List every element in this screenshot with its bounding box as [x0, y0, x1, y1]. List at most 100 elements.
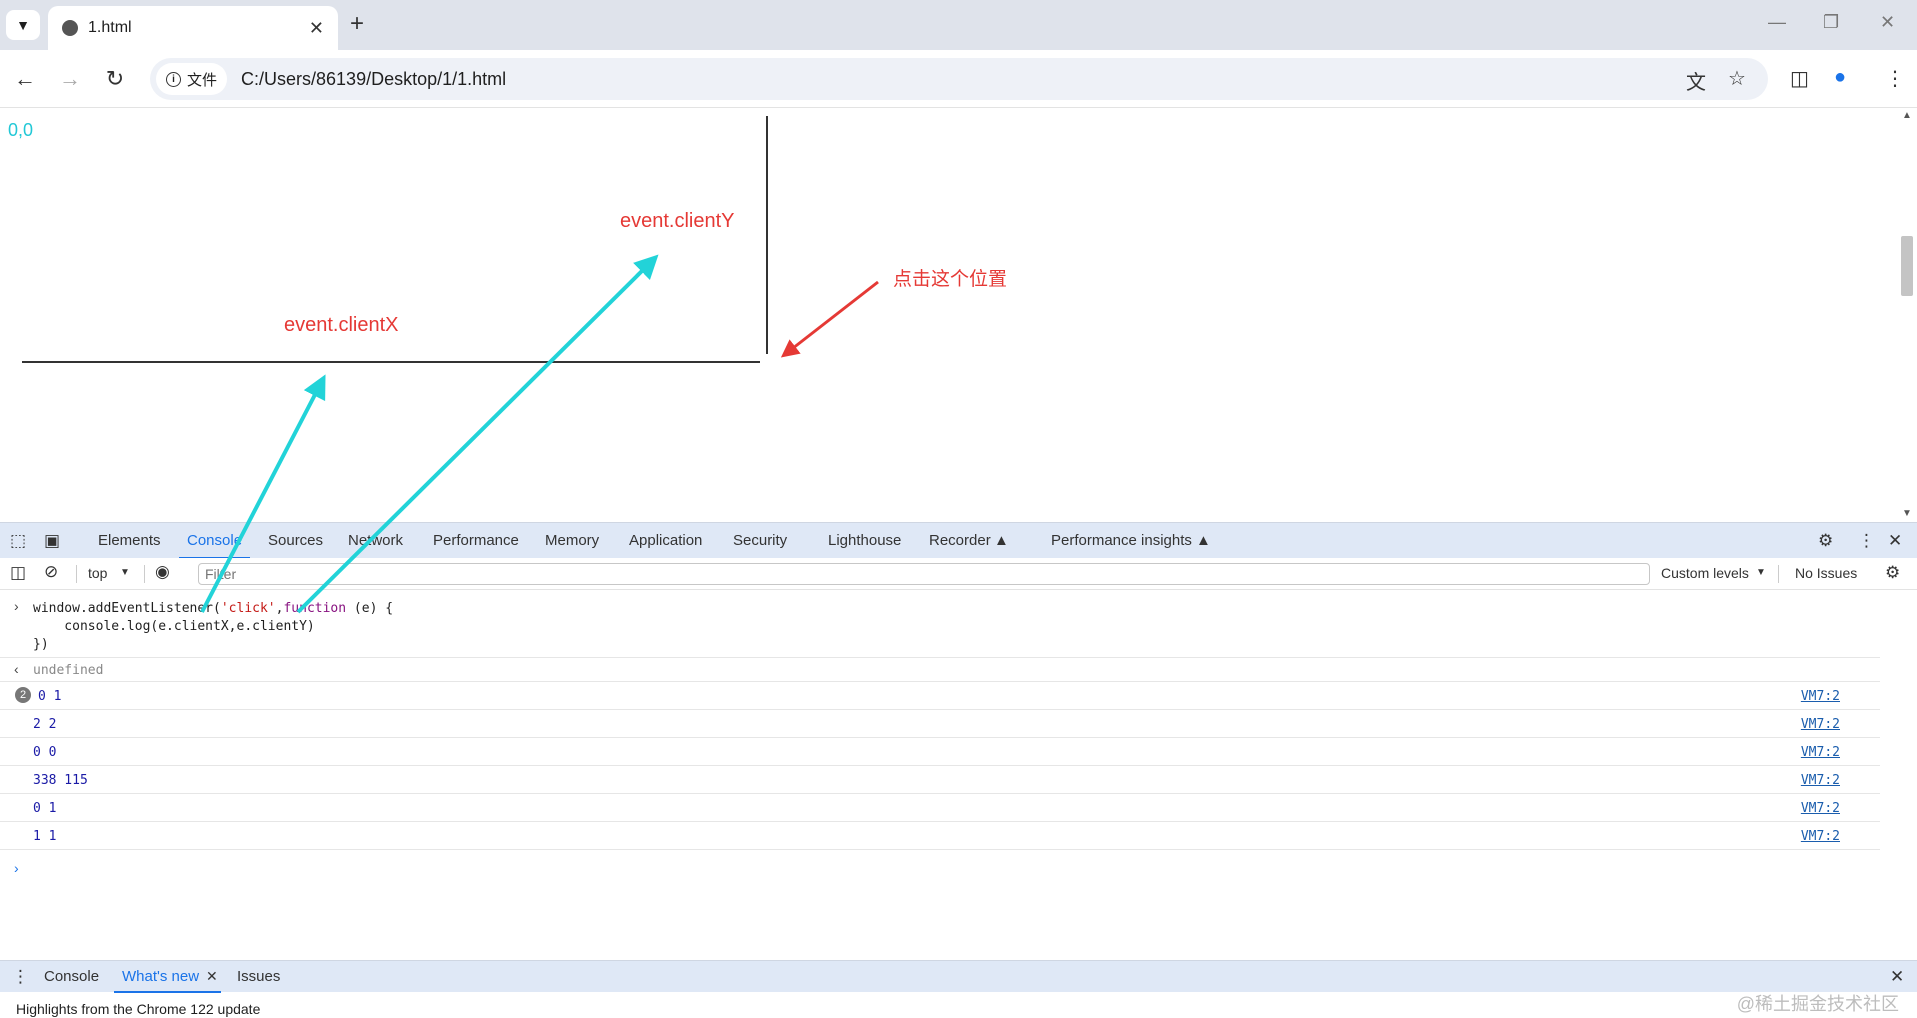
log-row: 338 115 VM7:2: [0, 766, 1880, 794]
side-panel-icon[interactable]: ◫: [1790, 66, 1809, 91]
context-select[interactable]: top: [88, 565, 107, 581]
whats-new-heading: Highlights from the Chrome 122 update: [16, 1001, 261, 1017]
tab-network[interactable]: Network: [348, 532, 403, 549]
log-row: 0 1 VM7:2: [0, 794, 1880, 822]
watermark: @稀土掘金技术社区: [1736, 994, 1899, 1014]
eye-icon[interactable]: ◉: [155, 562, 170, 582]
log-text: 2 2: [33, 717, 57, 732]
tab-security[interactable]: Security: [733, 532, 787, 549]
restore-icon[interactable]: ❐: [1823, 12, 1839, 33]
device-toolbar-icon[interactable]: ▣: [44, 531, 60, 551]
sidebar-toggle-icon[interactable]: ◫: [10, 563, 26, 583]
label-client-y: event.clientY: [620, 210, 735, 232]
menu-kebab-icon[interactable]: ⋮: [1885, 66, 1905, 91]
log-source-link[interactable]: VM7:2: [1801, 801, 1840, 816]
minimize-icon[interactable]: —: [1768, 12, 1786, 33]
translate-icon[interactable]: 文: [1686, 66, 1706, 95]
scroll-down-icon[interactable]: ▼: [1902, 508, 1912, 519]
chevron-right-icon: ›: [14, 598, 19, 614]
page-viewport[interactable]: 0,0 event.clientY event.clientX 点击这个位置: [0, 108, 1897, 522]
site-info-chip[interactable]: i 文件: [156, 63, 228, 95]
close-icon[interactable]: ✕: [309, 18, 324, 39]
tab-elements[interactable]: Elements: [98, 532, 161, 549]
log-text: 338 115: [33, 773, 88, 788]
click-note: 点击这个位置: [893, 269, 1008, 290]
globe-icon: [62, 20, 78, 36]
reload-button[interactable]: ↻: [100, 64, 130, 94]
context-dropdown-icon[interactable]: ▼: [120, 567, 130, 578]
scroll-thumb[interactable]: [1901, 236, 1913, 296]
code-keyword: function: [283, 601, 347, 616]
log-source-link[interactable]: VM7:2: [1801, 773, 1840, 788]
back-button[interactable]: ←: [10, 64, 40, 94]
page-scrollbar[interactable]: ▲ ▼: [1897, 108, 1917, 522]
devtools-tabbar: ⬚ ▣ Elements Console Sources Network Per…: [0, 522, 1917, 559]
site-chip-label: 文件: [187, 71, 218, 89]
issues-count[interactable]: No Issues: [1795, 565, 1857, 581]
repeat-count-badge: 2: [15, 687, 31, 703]
drawer-tab-console[interactable]: Console: [44, 968, 99, 985]
arrow-right-icon: →: [59, 66, 81, 91]
filter-input[interactable]: [198, 563, 1650, 585]
scroll-up-icon[interactable]: ▲: [1902, 110, 1912, 121]
log-source-link[interactable]: VM7:2: [1801, 745, 1840, 760]
drawer-tab-issues[interactable]: Issues: [237, 968, 280, 985]
tab-memory[interactable]: Memory: [545, 532, 599, 549]
tab-search-button[interactable]: ▼: [6, 10, 40, 40]
tab-console[interactable]: Console: [178, 532, 251, 559]
levels-dropdown-icon[interactable]: ▼: [1756, 567, 1766, 578]
code-string: 'click': [220, 601, 276, 616]
horizontal-line: [22, 361, 760, 363]
drawer-menu-icon[interactable]: ⋮: [12, 967, 29, 987]
code-text: (e) {: [346, 601, 394, 616]
flask-icon: ▲: [1196, 532, 1211, 549]
flask-icon: ▲: [994, 532, 1009, 549]
log-row: 2 0 1 VM7:2: [0, 682, 1880, 710]
tab-performance-insights[interactable]: Performance insights: [1051, 532, 1192, 549]
url-text[interactable]: C:/Users/86139/Desktop/1/1.html: [241, 69, 506, 90]
address-bar[interactable]: i 文件 C:/Users/86139/Desktop/1/1.html: [150, 58, 1768, 100]
inspect-element-icon[interactable]: ⬚: [10, 531, 26, 551]
custom-levels-dropdown[interactable]: Custom levels: [1661, 565, 1749, 581]
log-source-link[interactable]: VM7:2: [1801, 717, 1840, 732]
tab-performance[interactable]: Performance: [433, 532, 519, 549]
bookmark-star-icon[interactable]: ☆: [1728, 66, 1746, 91]
chevron-down-icon: ▼: [16, 17, 30, 33]
console-output[interactable]: › window.addEventListener('click',functi…: [0, 590, 1917, 960]
window-close-icon[interactable]: ✕: [1880, 12, 1895, 33]
console-toolbar: ◫ ⊘ top ▼ ◉ Custom levels ▼ No Issues ⚙: [0, 558, 1917, 590]
console-result-entry: ‹ undefined: [0, 658, 1880, 682]
vertical-line: [766, 116, 768, 354]
log-text: 1 1: [33, 829, 57, 844]
new-tab-button[interactable]: +: [350, 12, 364, 36]
log-row: 2 2 VM7:2: [0, 710, 1880, 738]
clear-console-icon[interactable]: ⊘: [44, 562, 58, 582]
log-row: 0 0 VM7:2: [0, 738, 1880, 766]
console-settings-gear-icon[interactable]: ⚙: [1885, 563, 1900, 583]
drawer-tab-whats-new[interactable]: What's new: [113, 968, 222, 993]
tab-recorder[interactable]: Recorder: [929, 532, 991, 549]
log-text: 0 1: [33, 801, 57, 816]
result-value: undefined: [33, 663, 104, 678]
profile-avatar-icon[interactable]: ●: [1834, 66, 1846, 89]
tab-sources[interactable]: Sources: [268, 532, 323, 549]
info-icon: i: [166, 71, 181, 87]
gear-icon[interactable]: ⚙: [1818, 531, 1833, 551]
close-tab-icon[interactable]: ✕: [206, 968, 218, 985]
forward-button[interactable]: →: [55, 64, 85, 94]
tab-application[interactable]: Application: [629, 532, 702, 549]
close-devtools-icon[interactable]: ✕: [1888, 531, 1902, 551]
label-client-x: event.clientX: [284, 314, 399, 336]
log-text: 0 0: [33, 745, 57, 760]
log-row: 1 1 VM7:2: [0, 822, 1880, 850]
browser-tab[interactable]: 1.html ✕: [48, 6, 338, 50]
title-bar: ▼ 1.html ✕ + — ❐ ✕: [0, 0, 1917, 50]
tab-lighthouse[interactable]: Lighthouse: [828, 532, 901, 549]
origin-label: 0,0: [8, 120, 34, 140]
close-drawer-icon[interactable]: ✕: [1890, 967, 1904, 987]
log-source-link[interactable]: VM7:2: [1801, 689, 1840, 704]
console-prompt-icon[interactable]: ›: [14, 860, 19, 876]
log-source-link[interactable]: VM7:2: [1801, 829, 1840, 844]
log-text: 0 1: [38, 689, 62, 704]
more-options-icon[interactable]: ⋮: [1858, 531, 1875, 551]
